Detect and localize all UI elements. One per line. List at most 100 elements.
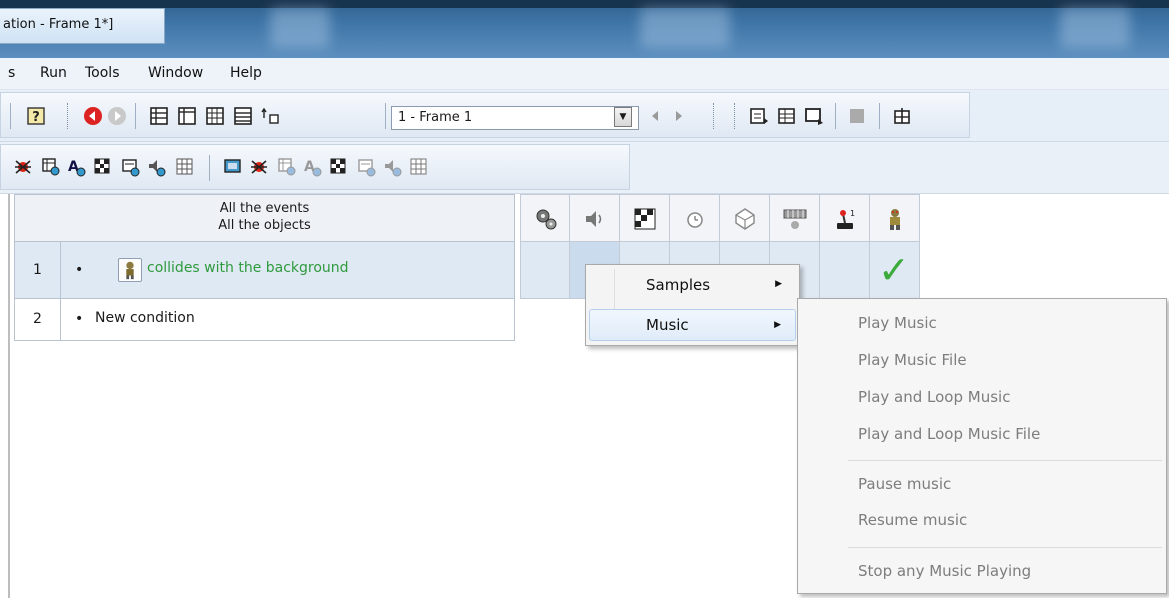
menu-item-music[interactable]: Music ▶	[589, 309, 796, 341]
menu-item-samples[interactable]: Samples ▶	[589, 269, 796, 301]
object-grid-icon[interactable]	[277, 157, 297, 177]
menu-item-window[interactable]: Window	[148, 65, 203, 81]
menu-item-events[interactable]: s	[8, 65, 15, 81]
tile-icon[interactable]	[892, 106, 912, 126]
svg-text:1: 1	[850, 209, 855, 218]
stop-icon[interactable]	[847, 106, 867, 126]
menu-bar: s Run Tools Window Help	[0, 58, 1169, 90]
column-keyboard-mouse[interactable]	[770, 194, 820, 242]
toolbar-grip	[713, 103, 716, 129]
keyboard-mouse-icon	[783, 209, 807, 229]
frame-selector-value: 1 - Frame 1	[398, 110, 473, 125]
events-header-line1: All the events	[219, 201, 310, 216]
music-submenu: Play Music Play Music File Play and Loop…	[797, 298, 1167, 594]
editor-2-icon[interactable]	[777, 106, 797, 126]
event-row-number: 2	[15, 299, 61, 340]
chevron-down-icon: ▼	[614, 107, 632, 127]
checker-icon[interactable]	[93, 157, 113, 177]
text-icon[interactable]: A	[67, 157, 87, 177]
checkmark-icon: ✓	[878, 248, 910, 292]
menu-item-tools[interactable]: Tools	[85, 65, 120, 81]
submenu-arrow-icon: ▶	[775, 279, 782, 289]
toolbar-separator	[879, 103, 880, 129]
prev-icon[interactable]	[645, 106, 665, 126]
sound-icon	[586, 211, 602, 227]
context-menu: Samples ▶ Music ▶	[585, 264, 800, 346]
table-icon[interactable]	[409, 157, 429, 177]
checker-icon[interactable]	[329, 157, 349, 177]
editor-3-icon[interactable]	[804, 106, 824, 126]
next-icon[interactable]	[669, 106, 689, 126]
left-panel-edge	[0, 194, 10, 598]
object-bug-icon[interactable]	[13, 157, 33, 177]
column-character-object[interactable]	[870, 194, 920, 242]
screen-icon[interactable]	[223, 157, 243, 177]
frame-selector[interactable]: 1 - Frame 1	[391, 106, 639, 130]
character-object-icon	[890, 209, 900, 230]
object-grid-icon[interactable]	[41, 157, 61, 177]
column-create-objects[interactable]	[720, 194, 770, 242]
storyboard-icon	[634, 208, 656, 230]
back-icon[interactable]	[83, 106, 103, 126]
column-storyboard[interactable]	[620, 194, 670, 242]
menu-item-run[interactable]: Run	[40, 65, 67, 81]
editor-1-icon[interactable]	[749, 106, 769, 126]
condition-cell[interactable]	[820, 242, 870, 299]
toolbar-row: A A	[0, 144, 630, 190]
toolbar-separator	[10, 103, 11, 129]
timer-icon	[687, 212, 703, 228]
text-icon[interactable]: A	[303, 157, 323, 177]
menu-item-label: Samples	[646, 276, 711, 294]
menu-item-play-loop-music-file[interactable]: Play and Loop Music File	[858, 425, 1040, 443]
toolbar-separator	[135, 103, 136, 129]
create-objects-icon	[735, 208, 755, 230]
toolbar-grip	[67, 103, 70, 129]
table-icon[interactable]	[175, 157, 195, 177]
view-frame-icon[interactable]	[177, 106, 197, 126]
sound-icon[interactable]	[147, 157, 167, 177]
new-condition-text[interactable]: New condition	[95, 310, 195, 326]
sound-icon[interactable]	[383, 157, 403, 177]
list-icon[interactable]	[233, 106, 253, 126]
insert-frame-icon[interactable]	[261, 106, 281, 126]
toolbar-separator	[835, 103, 836, 129]
condition-cell[interactable]: ✓	[870, 242, 920, 299]
events-header: All the events All the objects	[14, 194, 515, 242]
forward-icon[interactable]	[107, 106, 127, 126]
menu-item-play-music-file[interactable]: Play Music File	[858, 351, 967, 369]
column-sound[interactable]	[570, 194, 620, 242]
menu-item-help[interactable]: Help	[230, 65, 262, 81]
title-glow	[1060, 8, 1130, 48]
menu-item-stop-music[interactable]: Stop any Music Playing	[858, 562, 1031, 580]
menu-item-pause-music[interactable]: Pause music	[858, 475, 951, 493]
column-special-conditions[interactable]	[520, 194, 570, 242]
picture-icon[interactable]	[357, 157, 377, 177]
column-player[interactable]: 1	[820, 194, 870, 242]
svg-text:?: ?	[32, 110, 40, 125]
toolbar-separator	[385, 103, 386, 129]
column-timer[interactable]	[670, 194, 720, 242]
toolbar-separator	[209, 155, 210, 181]
title-bar-edge	[0, 0, 1169, 8]
menu-item-resume-music[interactable]: Resume music	[858, 511, 967, 529]
submenu-arrow-icon: ▶	[774, 320, 781, 330]
toolbar-grip	[734, 103, 737, 129]
view-list-icon[interactable]	[149, 106, 169, 126]
character-object-icon	[118, 258, 142, 282]
menu-divider	[848, 547, 1162, 548]
picture-icon[interactable]	[121, 157, 141, 177]
event-row[interactable]: 1 • collides with the background	[14, 242, 515, 299]
event-row[interactable]: 2 • New condition	[14, 299, 515, 341]
event-row-bullet: •	[75, 262, 84, 278]
frame-selector-dropdown[interactable]: ▼	[612, 106, 632, 130]
special-conditions-icon	[536, 209, 557, 230]
menu-item-play-music[interactable]: Play Music	[858, 314, 937, 332]
event-row-number: 1	[15, 242, 61, 298]
object-bug-icon[interactable]	[249, 157, 269, 177]
title-glow	[640, 8, 730, 48]
grid-icon[interactable]	[205, 106, 225, 126]
condition-text[interactable]: collides with the background	[147, 260, 349, 276]
help-icon[interactable]: ?	[26, 106, 46, 126]
menu-item-play-loop-music[interactable]: Play and Loop Music	[858, 388, 1010, 406]
condition-cell[interactable]	[520, 242, 570, 299]
